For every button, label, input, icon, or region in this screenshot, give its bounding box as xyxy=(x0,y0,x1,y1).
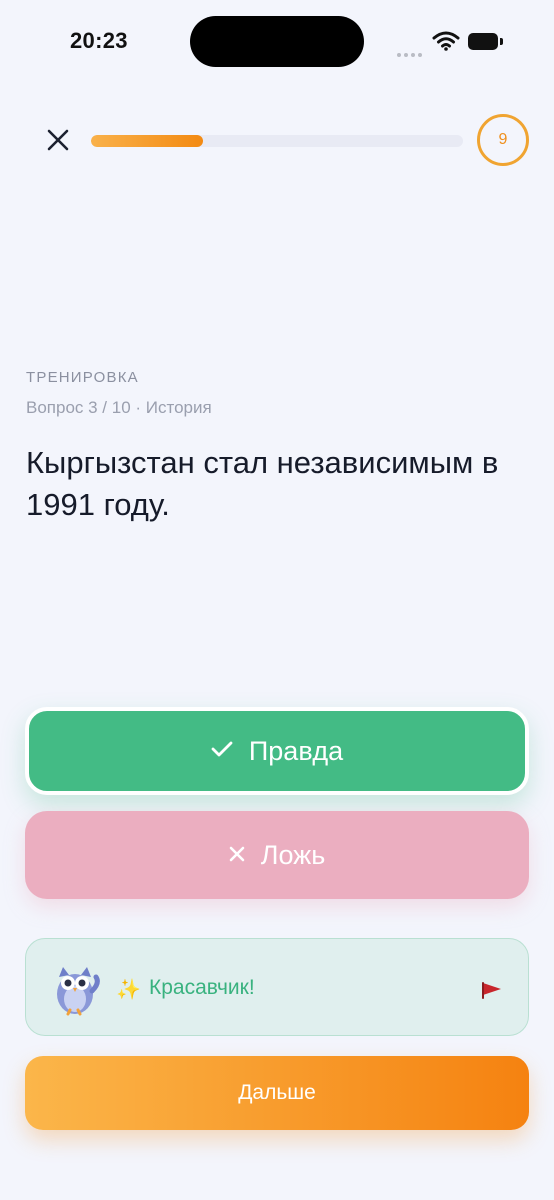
next-button-label: Дальше xyxy=(238,1081,316,1104)
close-icon xyxy=(47,129,69,151)
next-button[interactable]: Дальше xyxy=(25,1056,529,1130)
timer-value: 9 xyxy=(498,131,508,148)
close-button[interactable] xyxy=(40,122,76,158)
quiz-progress-fill xyxy=(91,135,203,147)
cellular-signal-icon xyxy=(397,44,425,62)
status-time: 20:23 xyxy=(70,28,128,53)
feedback-banner: ✨ Красавчик! xyxy=(25,938,529,1036)
question-meta: Вопрос 3 / 10 · История xyxy=(26,398,212,417)
check-icon xyxy=(211,737,233,765)
answer-true-button[interactable]: Правда xyxy=(25,707,529,795)
feedback-text: Красавчик! xyxy=(149,976,255,999)
mode-label: ТРЕНИРОВКА xyxy=(26,369,139,386)
quiz-progress-bar xyxy=(91,135,463,147)
answer-false-button[interactable]: Ложь xyxy=(25,811,529,899)
sparkles-icon: ✨ xyxy=(116,979,141,1001)
owl-mascot-icon xyxy=(50,961,102,1017)
answer-false-label: Ложь xyxy=(260,839,326,870)
wifi-icon xyxy=(432,31,460,56)
answer-true-label: Правда xyxy=(248,735,344,766)
battery-icon xyxy=(468,33,503,50)
flag-icon[interactable] xyxy=(481,981,503,999)
countdown-timer: 9 xyxy=(476,113,530,167)
dynamic-island xyxy=(190,16,364,67)
status-bar: 20:23 xyxy=(0,0,554,84)
cross-icon xyxy=(229,841,245,869)
question-text: Кыргызстан стал независимым в 1991 году. xyxy=(26,445,499,522)
